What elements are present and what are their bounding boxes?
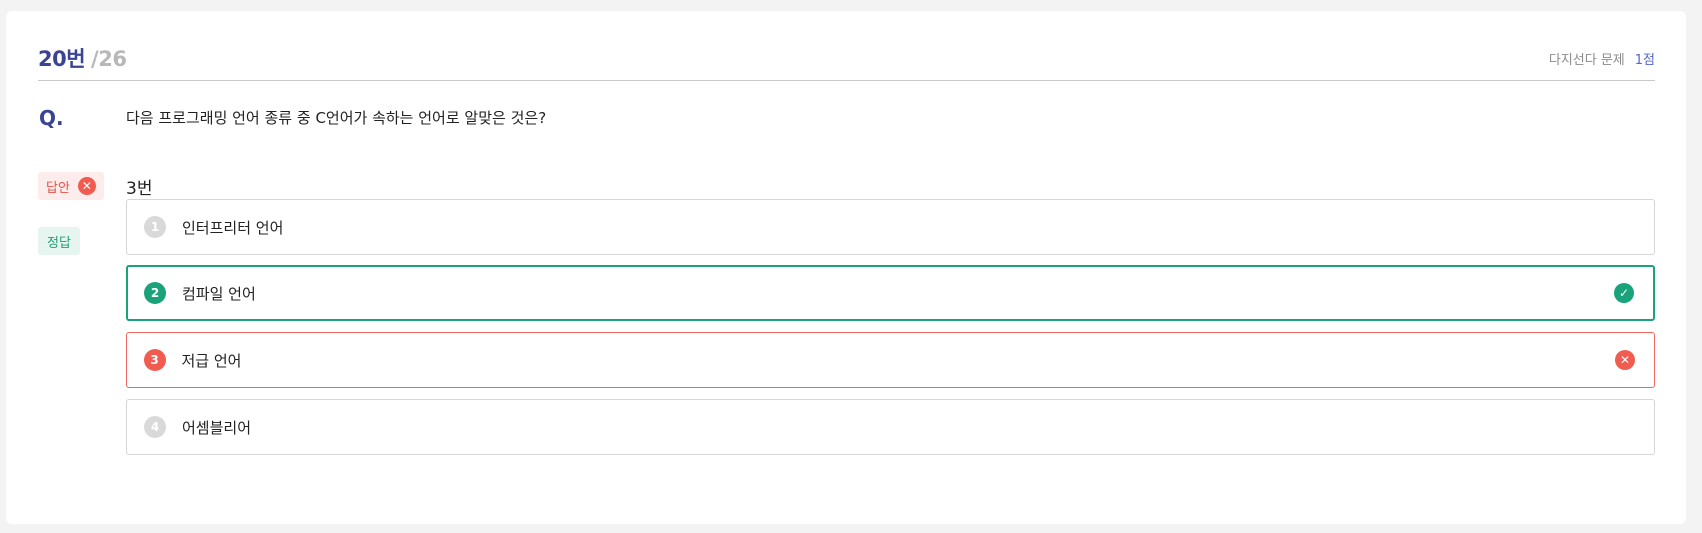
user-answer-value: 3번: [126, 179, 153, 199]
option-number-badge: 1: [144, 216, 166, 238]
correct-answer-badge-label: 정답: [47, 235, 71, 251]
question-number-total: /26: [91, 47, 127, 71]
option-3[interactable]: 3 저급 언어 ✕: [126, 332, 1655, 388]
user-answer-badge: 답안 ✕: [38, 172, 104, 200]
option-number-badge: 2: [144, 282, 166, 304]
check-circle-icon: ✓: [1614, 283, 1634, 303]
question-type: 다지선다 문제: [1548, 53, 1625, 68]
correct-answer-badge: 정답: [38, 227, 80, 255]
user-answer-badge-label: 답안: [46, 180, 70, 196]
option-text: 인터프리터 언어: [182, 218, 284, 237]
question-header: 20번/26 다지선다 문제 1점: [38, 29, 1655, 81]
option-number-badge: 3: [143, 349, 166, 371]
option-2[interactable]: 2 컴파일 언어 ✓: [126, 265, 1655, 321]
question-number: 20번/26: [38, 43, 127, 73]
question-points: 1점: [1634, 53, 1655, 68]
question-card: 20번/26 다지선다 문제 1점 Q. 다음 프로그래밍 언어 종류 중 C언어…: [6, 11, 1686, 524]
option-1[interactable]: 1 인터프리터 언어: [126, 199, 1655, 255]
question-text: 다음 프로그래밍 언어 종류 중 C언어가 속하는 언어로 알맞은 것은?: [126, 109, 547, 127]
option-text: 저급 언어: [181, 351, 242, 370]
option-4[interactable]: 4 어셈블리어: [126, 399, 1655, 455]
x-circle-icon: ✕: [1615, 350, 1635, 370]
question-meta: 다지선다 문제 1점: [1549, 49, 1655, 68]
question-label: Q.: [39, 106, 64, 130]
option-text: 어셈블리어: [182, 418, 252, 437]
question-number-current: 20번: [38, 47, 86, 71]
x-circle-icon: ✕: [77, 177, 96, 195]
option-text: 컴파일 언어: [182, 284, 256, 303]
option-number-badge: 4: [144, 416, 166, 438]
